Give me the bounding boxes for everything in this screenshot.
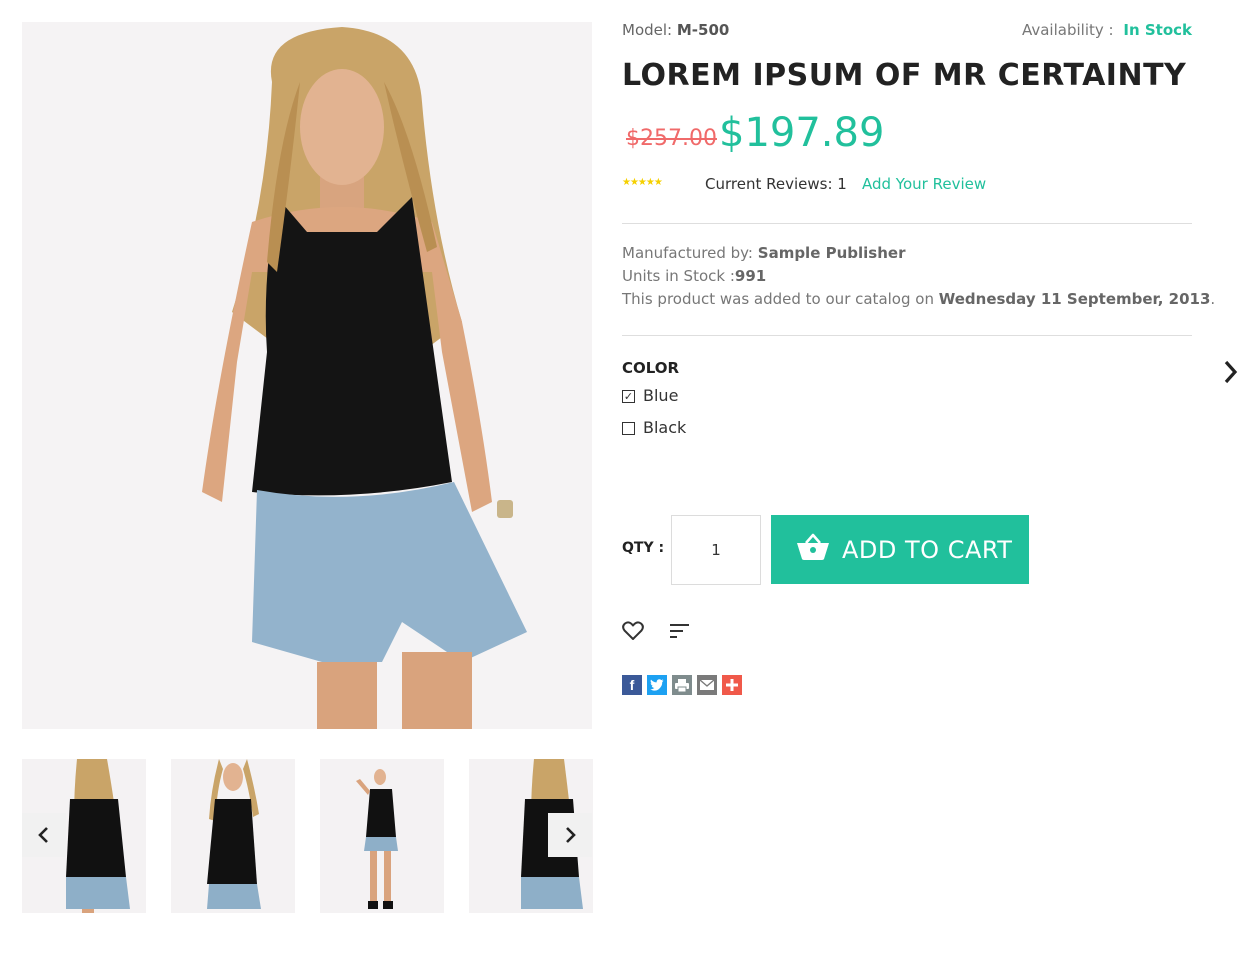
availability-value: In Stock xyxy=(1123,21,1192,39)
print-icon xyxy=(675,678,689,692)
plus-icon xyxy=(726,679,738,691)
divider xyxy=(622,335,1192,336)
email-share-button[interactable] xyxy=(697,675,717,695)
thumb-next-button[interactable] xyxy=(548,813,592,857)
availability-line: Availability : In Stock xyxy=(1022,21,1192,39)
basket-icon xyxy=(797,533,829,560)
stock-label: Units in Stock : xyxy=(622,267,735,285)
old-price: $257.00 xyxy=(626,126,717,151)
product-title: LOREM IPSUM OF MR CERTAINTY xyxy=(622,58,1187,93)
model-value: M-500 xyxy=(676,21,730,39)
print-share-button[interactable] xyxy=(672,675,692,695)
qty-label: QTY : xyxy=(622,540,665,556)
email-icon xyxy=(700,680,714,690)
checkbox-checked[interactable]: ✓ xyxy=(622,390,635,403)
thumbnail-front[interactable] xyxy=(171,759,295,913)
add-to-cart-button[interactable]: ADD TO CART xyxy=(771,515,1029,584)
color-option-label: Blue xyxy=(643,386,679,405)
thumbnail-carousel xyxy=(22,759,593,913)
added-date: Wednesday 11 September, 2013 xyxy=(938,290,1211,308)
heart-icon[interactable] xyxy=(622,621,644,641)
chevron-right-icon[interactable] xyxy=(1222,359,1238,385)
chevron-right-icon xyxy=(566,827,576,843)
manufacturer-line: Manufactured by: Sample Publisher xyxy=(622,244,905,262)
main-product-image[interactable] xyxy=(22,22,592,729)
divider xyxy=(622,223,1192,224)
qty-input[interactable] xyxy=(671,515,761,585)
thumbnail-full-body[interactable] xyxy=(320,759,444,913)
manufacturer-value: Sample Publisher xyxy=(757,244,906,262)
color-heading: COLOR xyxy=(622,359,680,377)
facebook-share-button[interactable]: f xyxy=(622,675,642,695)
product-page: Model: M-500 Availability : In Stock LOR… xyxy=(0,0,1244,958)
added-date-line: This product was added to our catalog on… xyxy=(622,290,1215,308)
added-prefix: This product was added to our catalog on xyxy=(622,290,934,308)
manufacturer-label: Manufactured by: xyxy=(622,244,753,262)
model-label: Model: xyxy=(622,21,673,39)
new-price: $197.89 xyxy=(719,110,885,156)
add-review-link[interactable]: Add Your Review xyxy=(862,175,986,193)
stock-value: 991 xyxy=(734,267,767,285)
facebook-icon: f xyxy=(629,677,635,693)
color-option-label: Black xyxy=(643,418,687,437)
availability-label: Availability : xyxy=(1021,21,1114,39)
twitter-icon xyxy=(650,679,664,691)
chevron-left-icon xyxy=(38,827,48,843)
added-suffix: . xyxy=(1210,290,1216,308)
compare-icon[interactable] xyxy=(670,623,690,639)
add-to-cart-label: ADD TO CART xyxy=(842,536,1013,564)
thumb-prev-button[interactable] xyxy=(22,813,66,857)
checkbox-unchecked[interactable] xyxy=(622,422,635,435)
twitter-share-button[interactable] xyxy=(647,675,667,695)
more-share-button[interactable] xyxy=(722,675,742,695)
model-line: Model: M-500 xyxy=(622,21,729,39)
stock-line: Units in Stock :991 xyxy=(622,267,766,285)
reviews-count: Current Reviews: 1 xyxy=(705,175,847,193)
star-rating: ★★★★★ xyxy=(622,177,663,188)
product-info: Model: M-500 Availability : In Stock LOR… xyxy=(622,0,1215,958)
